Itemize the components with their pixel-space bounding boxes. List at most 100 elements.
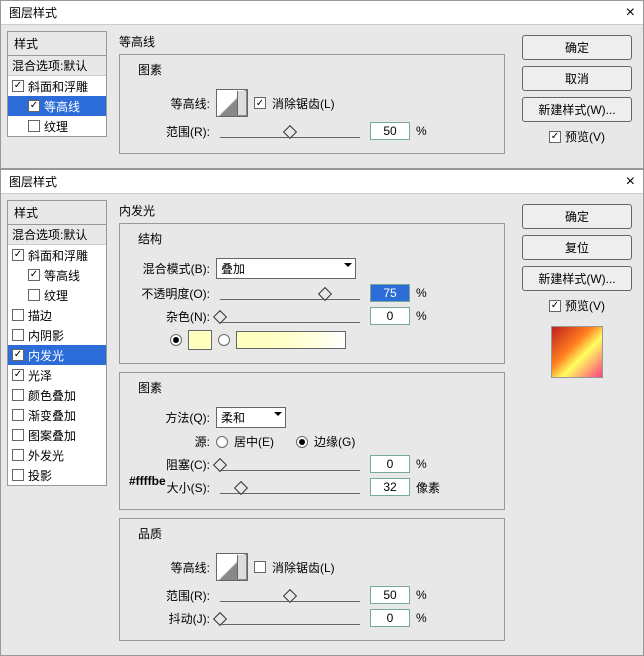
jitter-input[interactable]: 0 bbox=[370, 609, 410, 627]
sidebar-list: 混合选项:默认 斜面和浮雕 等高线 纹理 bbox=[7, 55, 107, 137]
sidebar-item-outer-glow[interactable]: 外发光 bbox=[8, 445, 106, 465]
checkbox-icon[interactable] bbox=[12, 349, 24, 361]
opacity-label: 不透明度(O): bbox=[130, 285, 210, 302]
close-icon[interactable]: × bbox=[626, 4, 635, 22]
choke-slider[interactable] bbox=[220, 457, 360, 471]
blend-mode-select[interactable]: 叠加 bbox=[216, 258, 356, 279]
sidebar-title: 样式 bbox=[7, 200, 107, 224]
sidebar-blend-defaults[interactable]: 混合选项:默认 bbox=[8, 225, 106, 245]
jitter-slider[interactable] bbox=[220, 611, 360, 625]
sidebar-item-texture[interactable]: 纹理 bbox=[8, 285, 106, 305]
pct-unit: % bbox=[416, 457, 446, 471]
checkbox-icon[interactable] bbox=[12, 389, 24, 401]
pct-unit: % bbox=[416, 286, 446, 300]
new-style-button[interactable]: 新建样式(W)... bbox=[522, 97, 632, 122]
opacity-slider[interactable] bbox=[220, 286, 360, 300]
preview-label: 预览(V) bbox=[565, 297, 605, 314]
section-title: 等高线 bbox=[113, 31, 511, 52]
preview-thumbnail bbox=[551, 326, 603, 378]
choke-label: 阻塞(C): bbox=[130, 456, 210, 473]
source-center-radio[interactable] bbox=[216, 436, 228, 448]
range-input[interactable]: 50 bbox=[370, 586, 410, 604]
section-title: 内发光 bbox=[113, 200, 511, 221]
color-radio[interactable] bbox=[170, 334, 182, 346]
contour-picker[interactable] bbox=[216, 553, 248, 581]
range-input[interactable]: 50 bbox=[370, 122, 410, 140]
sidebar-blend-defaults[interactable]: 混合选项:默认 bbox=[8, 56, 106, 76]
checkbox-icon[interactable] bbox=[12, 309, 24, 321]
sidebar: 样式 混合选项:默认 斜面和浮雕 等高线 纹理 描边 内阴影 内发光 光泽 颜色… bbox=[7, 200, 107, 486]
sidebar-item-drop-shadow[interactable]: 投影 bbox=[8, 465, 106, 485]
new-style-button[interactable]: 新建样式(W)... bbox=[522, 266, 632, 291]
preview-row: 预览(V) bbox=[549, 128, 605, 145]
checkbox-icon[interactable] bbox=[12, 449, 24, 461]
checkbox-icon[interactable] bbox=[28, 120, 40, 132]
close-icon[interactable]: × bbox=[626, 173, 635, 191]
elements-group: 图素 方法(Q): 柔和 源: 居中(E) 边缘(G) 阻塞(C): 0 bbox=[119, 372, 505, 510]
sidebar-item-bevel[interactable]: 斜面和浮雕 bbox=[8, 76, 106, 96]
sidebar-item-pattern-overlay[interactable]: 图案叠加 bbox=[8, 425, 106, 445]
button-column: 确定 复位 新建样式(W)... 预览(V) bbox=[517, 200, 637, 378]
method-label: 方法(Q): bbox=[130, 409, 210, 426]
checkbox-icon[interactable] bbox=[28, 100, 40, 112]
anti-alias-checkbox[interactable] bbox=[254, 561, 266, 573]
size-input[interactable]: 32 bbox=[370, 478, 410, 496]
sidebar-item-inner-glow[interactable]: 内发光 bbox=[8, 345, 106, 365]
reset-button[interactable]: 复位 bbox=[522, 235, 632, 260]
checkbox-icon[interactable] bbox=[12, 409, 24, 421]
preview-row: 预览(V) bbox=[549, 297, 605, 314]
checkbox-icon[interactable] bbox=[28, 289, 40, 301]
opacity-input[interactable]: 75 bbox=[370, 284, 410, 302]
elements-group: 图素 等高线: 消除锯齿(L) 范围(R): 50 % bbox=[119, 54, 505, 154]
anti-alias-label: 消除锯齿(L) bbox=[272, 559, 335, 576]
range-slider[interactable] bbox=[220, 124, 360, 138]
gradient-swatch[interactable] bbox=[236, 331, 346, 349]
color-hex-annotation: #ffffbe bbox=[129, 474, 166, 488]
source-edge-radio[interactable] bbox=[296, 436, 308, 448]
pct-unit: % bbox=[416, 611, 446, 625]
range-slider[interactable] bbox=[220, 588, 360, 602]
checkbox-icon[interactable] bbox=[12, 369, 24, 381]
method-select[interactable]: 柔和 bbox=[216, 407, 286, 428]
sidebar-item-bevel[interactable]: 斜面和浮雕 bbox=[8, 245, 106, 265]
gradient-radio[interactable] bbox=[218, 334, 230, 346]
sidebar-item-stroke[interactable]: 描边 bbox=[8, 305, 106, 325]
button-column: 确定 取消 新建样式(W)... 预览(V) bbox=[517, 31, 637, 145]
layer-style-dialog-1: 图层样式 × 样式 混合选项:默认 斜面和浮雕 等高线 纹理 等高线 图素 等高… bbox=[0, 0, 644, 169]
checkbox-icon[interactable] bbox=[12, 429, 24, 441]
sidebar-item-contour[interactable]: 等高线 bbox=[8, 265, 106, 285]
source-center-label: 居中(E) bbox=[234, 433, 274, 450]
noise-slider[interactable] bbox=[220, 309, 360, 323]
cancel-button[interactable]: 取消 bbox=[522, 66, 632, 91]
preview-checkbox[interactable] bbox=[549, 300, 561, 312]
noise-label: 杂色(N): bbox=[130, 308, 210, 325]
preview-checkbox[interactable] bbox=[549, 131, 561, 143]
ok-button[interactable]: 确定 bbox=[522, 204, 632, 229]
blend-mode-label: 混合模式(B): bbox=[130, 260, 210, 277]
noise-input[interactable]: 0 bbox=[370, 307, 410, 325]
pct-unit: % bbox=[416, 309, 446, 323]
anti-alias-checkbox[interactable] bbox=[254, 97, 266, 109]
choke-input[interactable]: 0 bbox=[370, 455, 410, 473]
size-slider[interactable] bbox=[220, 480, 360, 494]
jitter-label: 抖动(J): bbox=[130, 610, 210, 627]
contour-picker[interactable] bbox=[216, 89, 248, 117]
checkbox-icon[interactable] bbox=[12, 249, 24, 261]
sidebar-item-gradient-overlay[interactable]: 渐变叠加 bbox=[8, 405, 106, 425]
sidebar-item-texture[interactable]: 纹理 bbox=[8, 116, 106, 136]
group-title: 图素 bbox=[134, 379, 166, 396]
sidebar-item-color-overlay[interactable]: 颜色叠加 bbox=[8, 385, 106, 405]
sidebar-item-contour[interactable]: 等高线 bbox=[8, 96, 106, 116]
color-swatch[interactable] bbox=[188, 330, 212, 350]
ok-button[interactable]: 确定 bbox=[522, 35, 632, 60]
checkbox-icon[interactable] bbox=[12, 469, 24, 481]
group-title: 品质 bbox=[134, 525, 166, 542]
sidebar-item-satin[interactable]: 光泽 bbox=[8, 365, 106, 385]
checkbox-icon[interactable] bbox=[12, 80, 24, 92]
dialog-title: 图层样式 bbox=[9, 173, 57, 190]
checkbox-icon[interactable] bbox=[12, 329, 24, 341]
checkbox-icon[interactable] bbox=[28, 269, 40, 281]
sidebar: 样式 混合选项:默认 斜面和浮雕 等高线 纹理 bbox=[7, 31, 107, 137]
main-panel: 内发光 结构 混合模式(B): 叠加 不透明度(O): 75 % 杂色(N): … bbox=[113, 200, 511, 649]
sidebar-item-inner-shadow[interactable]: 内阴影 bbox=[8, 325, 106, 345]
